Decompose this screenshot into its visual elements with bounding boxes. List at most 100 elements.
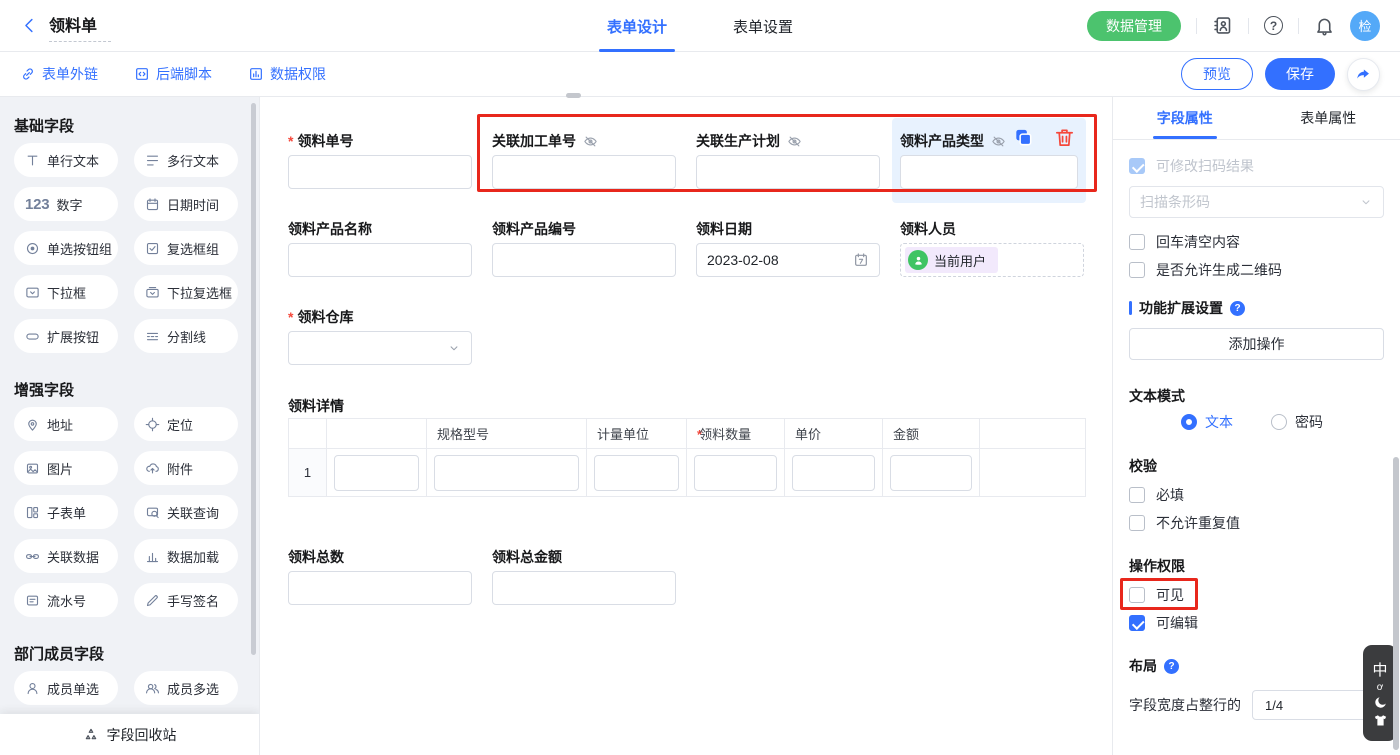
tab-form-properties[interactable]: 表单属性 [1257, 97, 1400, 139]
field-product-code[interactable]: 领料产品编号 [492, 219, 676, 277]
sidebar-field-item[interactable]: 附件 [134, 451, 238, 485]
field-detail-subform[interactable]: 领料详情 规格型号计量单位*领料数量单价金额1 [288, 396, 1085, 497]
process-order-input[interactable] [492, 155, 676, 189]
sidebar-field-item[interactable]: 分割线 [134, 319, 238, 353]
sidebar-field-item[interactable]: 定位 [134, 407, 238, 441]
help-question-icon[interactable]: ? [1230, 301, 1245, 316]
field-personnel[interactable]: 领料人员 当前用户 [900, 219, 1084, 277]
text-mode-radio-text[interactable]: 文本 [1181, 412, 1233, 432]
field-date[interactable]: 领料日期 2023-02-08 [696, 219, 880, 277]
field-recycle-bin[interactable]: 字段回收站 [0, 714, 259, 755]
sidebar-field-item[interactable]: 扩展按钮 [14, 319, 118, 353]
serial-icon [25, 593, 40, 608]
detail-cell-input[interactable] [434, 455, 579, 491]
scrollbar-pill[interactable] [566, 93, 581, 98]
detail-cell-input[interactable] [694, 455, 777, 491]
modify-scan-result-checkbox[interactable] [1129, 158, 1145, 174]
moon-icon[interactable] [1373, 695, 1388, 710]
sidebar-field-item[interactable]: 手写签名 [134, 583, 238, 617]
sidebar-field-item[interactable]: 地址 [14, 407, 118, 441]
back-button[interactable] [20, 16, 39, 35]
tshirt-skin-icon[interactable] [1373, 713, 1388, 728]
personnel-input[interactable]: 当前用户 [900, 243, 1084, 277]
bell-icon[interactable] [1314, 15, 1335, 36]
date-input[interactable]: 2023-02-08 [696, 243, 880, 277]
help-icon[interactable]: ? [1264, 16, 1283, 35]
detail-cell-input[interactable] [334, 455, 419, 491]
sidebar-field-item[interactable]: 关联数据 [14, 539, 118, 573]
tab-field-properties[interactable]: 字段属性 [1113, 97, 1257, 139]
field-order-no[interactable]: *领料单号 [288, 131, 472, 189]
sidebar-field-item[interactable]: 单选按钮组 [14, 231, 118, 265]
sidebar-field-item[interactable]: 下拉复选框 [134, 275, 238, 309]
production-plan-input[interactable] [696, 155, 880, 189]
sidebar-field-item[interactable]: 多行文本 [134, 143, 238, 177]
sidebar-field-item[interactable]: 成员多选 [134, 671, 238, 705]
scan-mode-select[interactable]: 扫描条形码 [1129, 186, 1384, 218]
sidebar-field-item[interactable]: 123数字 [14, 187, 118, 221]
detail-column-header: 单价 [785, 419, 883, 449]
detail-cell-input[interactable] [890, 455, 972, 491]
tab-form-settings[interactable]: 表单设置 [733, 0, 793, 52]
field-process-order[interactable]: 关联加工单号 [492, 131, 676, 189]
field-warehouse[interactable]: *领料仓库 [288, 307, 472, 365]
product-name-input[interactable] [288, 243, 472, 277]
field-production-plan[interactable]: 关联生产计划 [696, 131, 880, 189]
order-no-input[interactable] [288, 155, 472, 189]
product-code-input[interactable] [492, 243, 676, 277]
ime-punctuation-toggle[interactable]: ơ [1377, 683, 1384, 692]
allow-qrcode-checkbox[interactable] [1129, 262, 1145, 278]
sidebar-field-item[interactable]: 成员单选 [14, 671, 118, 705]
field-product-name[interactable]: 领料产品名称 [288, 219, 472, 277]
hidden-eye-icon[interactable] [991, 134, 1006, 149]
field-total-qty[interactable]: 领料总数 [288, 547, 472, 605]
sidebar-field-item[interactable]: 下拉框 [14, 275, 118, 309]
sidebar-field-item[interactable]: 单行文本 [14, 143, 118, 177]
detail-cell-input[interactable] [792, 455, 875, 491]
calendar-icon[interactable] [853, 252, 869, 268]
sidebar-field-item[interactable]: 子表单 [14, 495, 118, 529]
editable-checkbox[interactable] [1129, 615, 1145, 631]
window-scrollbar[interactable] [1393, 457, 1399, 750]
form-title[interactable]: 领料单 [49, 10, 111, 42]
sidebar-field-item[interactable]: 复选框组 [134, 231, 238, 265]
hidden-eye-icon[interactable] [787, 134, 802, 149]
copy-field-icon[interactable] [1012, 126, 1035, 149]
sidebar-scrollbar[interactable] [251, 103, 256, 655]
divider-icon [145, 329, 160, 344]
delete-field-icon[interactable] [1053, 126, 1076, 149]
no-duplicate-checkbox[interactable] [1129, 515, 1145, 531]
tab-form-design[interactable]: 表单设计 [607, 0, 667, 52]
total-qty-input[interactable] [288, 571, 472, 605]
sidebar-field-item[interactable]: 图片 [14, 451, 118, 485]
preview-button[interactable]: 预览 [1181, 58, 1253, 90]
help-question-icon[interactable]: ? [1164, 659, 1179, 674]
required-checkbox[interactable] [1129, 487, 1145, 503]
sidebar-field-item[interactable]: 流水号 [14, 583, 118, 617]
share-button[interactable] [1347, 58, 1380, 91]
section-title: 基础字段 [14, 115, 245, 135]
sidebar-field-item[interactable]: 数据加载 [134, 539, 238, 573]
external-link-button[interactable]: 表单外链 [20, 64, 98, 84]
backend-script-button[interactable]: 后端脚本 [134, 64, 212, 84]
detail-cell-input[interactable] [594, 455, 679, 491]
avatar[interactable]: 检 [1350, 11, 1380, 41]
field-product-type[interactable]: 领料产品类型 [900, 131, 1078, 189]
sidebar-field-item[interactable]: 日期时间 [134, 187, 238, 221]
field-total-amount[interactable]: 领料总金额 [492, 547, 676, 605]
visible-checkbox[interactable] [1129, 587, 1145, 603]
clear-on-enter-checkbox[interactable] [1129, 234, 1145, 250]
sidebar-field-item[interactable]: 关联查询 [134, 495, 238, 529]
ime-language-toggle[interactable]: 中 [1372, 659, 1387, 680]
hidden-eye-icon[interactable] [583, 134, 598, 149]
data-permission-button[interactable]: 数据权限 [248, 64, 326, 84]
product-type-input[interactable] [900, 155, 1078, 189]
data-manage-button[interactable]: 数据管理 [1087, 11, 1181, 41]
add-action-button[interactable]: 添加操作 [1129, 328, 1384, 360]
save-button[interactable]: 保存 [1265, 58, 1335, 90]
text-mode-radio-password[interactable]: 密码 [1271, 412, 1323, 432]
contacts-icon[interactable] [1212, 15, 1233, 36]
total-amount-input[interactable] [492, 571, 676, 605]
warehouse-select[interactable] [288, 331, 472, 365]
enhanced-field-grid: 地址定位图片附件子表单关联查询关联数据数据加载流水号手写签名 [14, 407, 245, 617]
